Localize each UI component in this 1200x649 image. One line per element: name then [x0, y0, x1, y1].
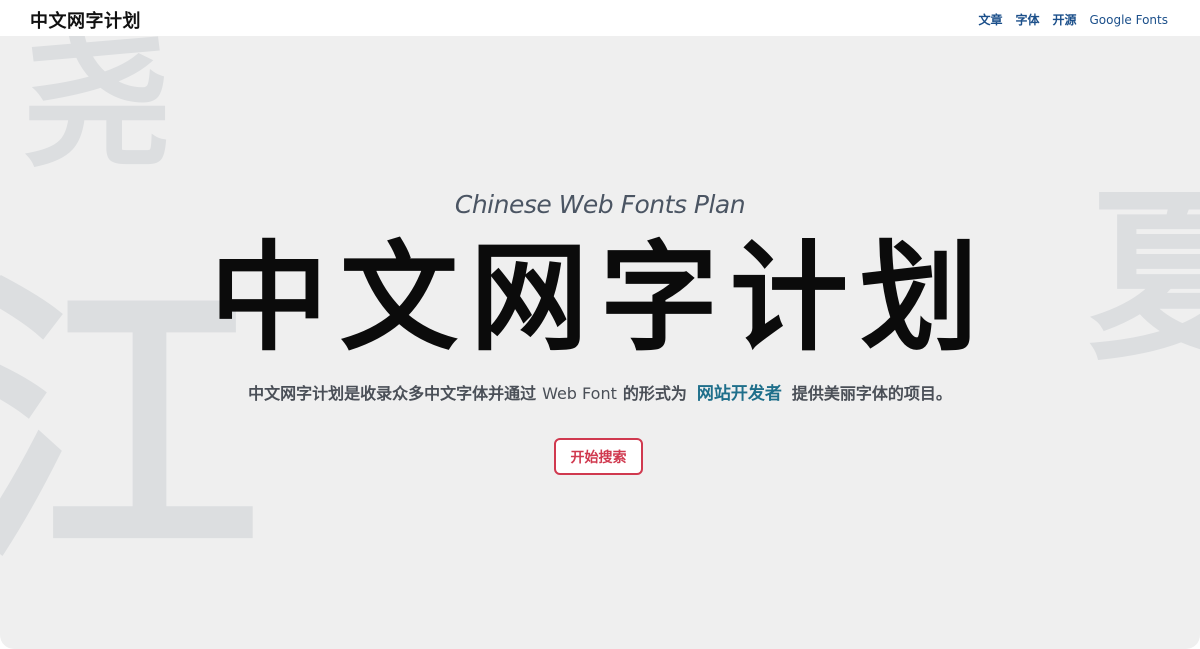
- description-web-font: Web Font: [542, 384, 617, 403]
- description-highlight-developers[interactable]: 网站开发者: [697, 384, 782, 404]
- top-navigation-bar: 中文网字计划 文章 字体 开源 Google Fonts: [0, 0, 1200, 36]
- main-nav: 文章 字体 开源 Google Fonts: [978, 11, 1168, 28]
- start-search-button[interactable]: 开始搜索: [554, 438, 643, 475]
- description-text-2: 的形式为: [622, 384, 687, 403]
- nav-link-google-fonts[interactable]: Google Fonts: [1089, 13, 1168, 27]
- hero-section: 尧 江 夏 Chinese Web Fonts Plan 中文网字计划 中文网字…: [0, 36, 1200, 649]
- hero-headline: 中文网字计划: [209, 228, 990, 367]
- nav-link-articles[interactable]: 文章: [978, 11, 1002, 28]
- brand-logo[interactable]: 中文网字计划: [30, 7, 141, 33]
- nav-link-open-source[interactable]: 开源: [1052, 11, 1076, 28]
- description-text-1: 中文网字计划是收录众多中文字体并通过: [248, 384, 537, 403]
- hero-description: 中文网字计划是收录众多中文字体并通过 Web Font 的形式为 网站开发者 提供美丽字…: [0, 379, 1200, 404]
- nav-link-fonts[interactable]: 字体: [1015, 11, 1039, 28]
- background-character-top-left: 尧: [22, 36, 173, 188]
- description-text-3: 提供美丽字体的项目。: [791, 384, 952, 403]
- hero-subtitle: Chinese Web Fonts Plan: [454, 190, 746, 219]
